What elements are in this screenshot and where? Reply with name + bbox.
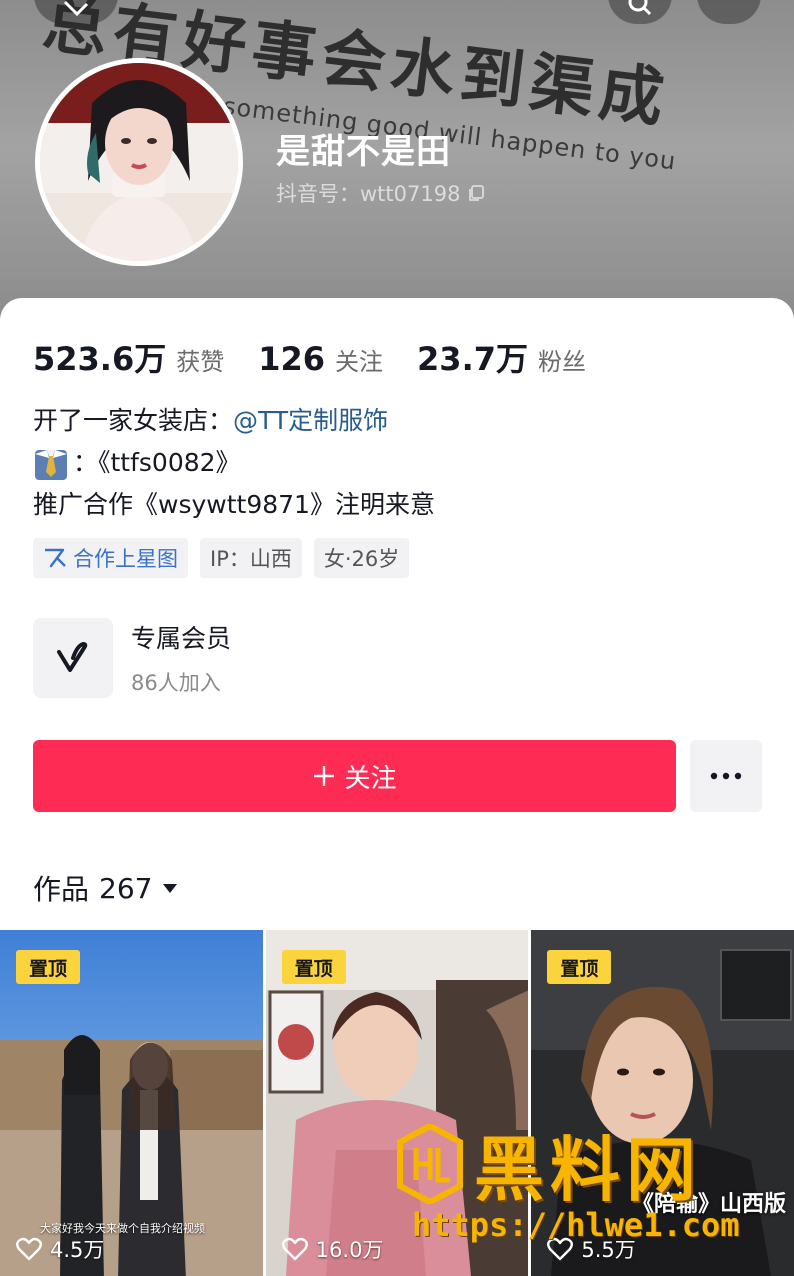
profile-tags: 合作上星图 IP：山西 女·26岁 [33, 538, 410, 578]
video-caption: 《陪输》山西版 [632, 1192, 787, 1217]
douyin-id[interactable]: 抖音号：wtt07198 [276, 178, 486, 208]
bio-line-wechat: ：《ttfs0082》 [33, 442, 435, 484]
pinned-badge: 置顶 [16, 950, 80, 984]
follow-label: 关注 [344, 763, 397, 794]
membership-title: 专属会员 [131, 624, 232, 653]
stat-following[interactable]: 126 关注 [258, 340, 383, 378]
heart-icon [547, 1237, 574, 1261]
caret-down-icon [163, 884, 178, 893]
stat-followers[interactable]: 23.7万 粉丝 [417, 334, 586, 380]
video-tile[interactable]: 置顶 大家好我今天来做个自我介绍视频 4.5万 [0, 930, 263, 1276]
plus-icon [314, 766, 335, 786]
bio-line-business: 推广合作《wsywtt9871》注明来意 [33, 484, 435, 526]
bio: 开了一家女装店： @TT定制服饰 ：《ttfs0082》 推广合作《wsywtt… [33, 400, 435, 526]
video-likes: 4.5万 [16, 1234, 104, 1264]
necktie-icon [35, 450, 67, 480]
nickname: 是甜不是田 [276, 132, 451, 172]
bio-text: 开了一家女装店： [33, 406, 234, 435]
stat-label: 粉丝 [538, 348, 586, 376]
likes-count: 16.0万 [315, 1238, 384, 1262]
stat-likes: 523.6万 获赞 [33, 334, 224, 380]
heart-icon [16, 1237, 42, 1261]
copy-icon[interactable] [466, 183, 486, 203]
more-options-button[interactable] [690, 740, 762, 812]
works-label: 作品 [33, 873, 90, 906]
stat-label: 获赞 [176, 348, 225, 376]
stat-value: 523.6万 [33, 340, 167, 378]
gender-age-tag: 女·26岁 [313, 538, 410, 578]
membership-text: 专属会员 86人加入 [131, 619, 231, 697]
likes-count: 5.5万 [581, 1238, 636, 1262]
bio-text: 推广合作《wsywtt9871》注明来意 [33, 490, 435, 519]
stat-label: 关注 [335, 348, 384, 376]
avatar-photo [40, 63, 238, 261]
works-count: 267 [99, 871, 153, 905]
exclusive-membership[interactable]: 专属会员 86人加入 [33, 618, 231, 698]
avatar[interactable] [35, 58, 243, 266]
bio-line-shop: 开了一家女装店： @TT定制服饰 [33, 400, 435, 442]
membership-v-icon [33, 618, 113, 698]
video-likes: 16.0万 [281, 1234, 384, 1264]
heart-icon [281, 1237, 308, 1261]
profile-banner: 总有好事会水到渠成 something good will happen to … [0, 0, 794, 330]
follow-button[interactable]: 关注 [33, 740, 676, 812]
tag-label: 合作上星图 [73, 547, 178, 571]
video-tile[interactable]: 置顶 《陪输》山西版 5.5万 [531, 930, 794, 1276]
bio-text: ：《ttfs0082》 [73, 448, 241, 477]
douyin-id-text: 抖音号：wtt07198 [276, 182, 461, 206]
xingtu-tag[interactable]: 合作上星图 [33, 538, 188, 578]
shop-mention-link[interactable]: @TT定制服饰 [233, 400, 388, 442]
pinned-badge: 置顶 [281, 950, 346, 984]
ellipsis-icon [710, 772, 742, 780]
stat-value: 126 [258, 340, 326, 378]
search-icon [628, 0, 652, 16]
top-more-button[interactable] [697, 0, 761, 24]
tag-label: IP：山西 [210, 547, 292, 571]
video-tile[interactable]: 置顶 16.0万 [265, 930, 529, 1276]
video-grid: 置顶 大家好我今天来做个自我介绍视频 4.5万 置顶 16.0万 置顶 《陪输》… [0, 930, 794, 1276]
back-arrow-icon [63, 0, 89, 17]
works-tab[interactable]: 作品 267 [33, 868, 178, 908]
stat-value: 23.7万 [417, 340, 528, 378]
membership-count: 86人加入 [131, 671, 221, 695]
search-button[interactable] [608, 0, 672, 24]
stats-row: 523.6万 获赞 126 关注 23.7万 粉丝 [33, 334, 620, 380]
likes-count: 4.5万 [50, 1238, 105, 1262]
tag-label: 女·26岁 [323, 547, 400, 571]
ip-location-tag: IP：山西 [200, 538, 302, 578]
pinned-badge: 置顶 [547, 950, 612, 984]
xingtu-icon [45, 548, 66, 568]
video-likes: 5.5万 [547, 1234, 636, 1264]
